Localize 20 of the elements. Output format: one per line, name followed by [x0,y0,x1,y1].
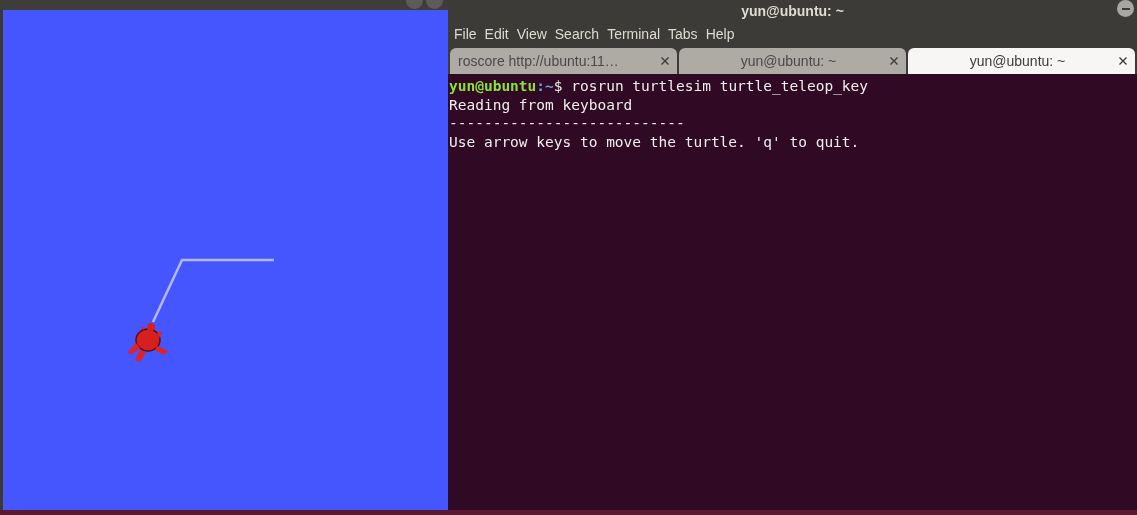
terminal-line: Reading from keyboard [449,95,634,114]
menu-item[interactable]: Tabs [664,23,702,45]
terminal-tab[interactable]: yun@ubuntu: ~ [908,48,1135,74]
menu-item[interactable]: Help [701,23,739,45]
menu-item[interactable]: View [512,23,551,45]
close-icon[interactable] [890,57,898,65]
minimize-icon[interactable] [1117,0,1134,17]
terminal-tab[interactable]: roscore http://ubuntu:11… [450,48,677,74]
turtle-drawing [127,323,168,362]
close-icon[interactable] [1119,57,1127,65]
close-icon[interactable] [661,57,669,65]
menu-item[interactable]: File [450,23,481,45]
terminal-tab[interactable]: yun@ubuntu: ~ [679,48,906,74]
menu-item[interactable]: Edit [480,23,513,45]
terminal-line: --------------------------- [449,114,686,133]
terminal-line: Use arrow keys to move the turtle. 'q' to quit. [449,132,861,151]
window-title: yun@ubuntu: ~ [741,1,844,21]
menu-item[interactable]: Terminal [603,23,665,45]
menu-item[interactable]: Search [550,23,604,45]
terminal-line: yun@ubuntu:~$ rosrun turtlesim turtle_teleop_key [449,77,870,96]
